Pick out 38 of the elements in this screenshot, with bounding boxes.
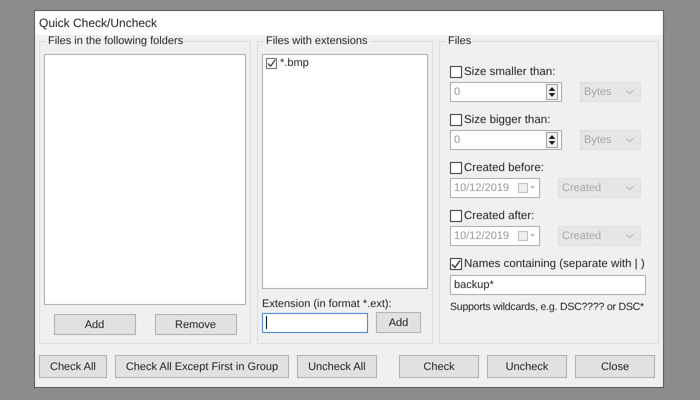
remove-button[interactable]: Remove	[154, 314, 236, 335]
checkbox-label: Size smaller than:	[464, 66, 556, 78]
footer-button[interactable]: Check	[399, 355, 479, 378]
footer-button[interactable]: Close	[575, 355, 655, 378]
hint-text: Supports wildcards, e.g. DSC???? or DSC*	[450, 301, 645, 313]
group-title: Files in the following folders	[46, 35, 186, 48]
extension-label: *.bmp	[280, 57, 309, 69]
spinner-icon[interactable]	[546, 132, 558, 148]
extension-list[interactable]: *.bmp	[262, 54, 428, 289]
field-value: 10/12/2019	[454, 230, 510, 242]
chevron-icon	[625, 89, 634, 95]
field-value: 0	[454, 134, 460, 146]
footer-button[interactable]: Check All Except First in Group	[114, 355, 290, 378]
checkbox-label: Size bigger than:	[464, 114, 550, 126]
footer-button[interactable]: Uncheck All	[297, 355, 377, 378]
window-title: Quick Check/Uncheck	[39, 16, 158, 30]
chevron-icon	[625, 137, 634, 143]
add-button[interactable]: Add	[376, 312, 421, 333]
names-field[interactable]: backup*	[450, 275, 646, 295]
checkbox[interactable]	[450, 114, 462, 126]
chevron-icon	[625, 185, 634, 191]
checkbox-label: Created before:	[464, 162, 544, 174]
checkbox[interactable]	[266, 58, 277, 68]
checkbox-label: Created after:	[464, 210, 534, 222]
extension-field[interactable]	[262, 312, 368, 332]
checkbox[interactable]	[450, 66, 462, 78]
spinner-icon[interactable]	[546, 84, 558, 100]
field-value: 0	[454, 86, 460, 98]
checkbox[interactable]	[450, 162, 462, 174]
field-value: 10/12/2019	[454, 182, 510, 194]
chevron-icon	[625, 233, 634, 239]
field-label: Extension (in format *.ext):	[262, 298, 393, 310]
footer-button[interactable]: Check All	[39, 355, 107, 378]
checkbox[interactable]	[450, 258, 462, 270]
checkbox-label: Names containing (separate with | )	[464, 258, 645, 270]
footer-button[interactable]: Uncheck	[487, 355, 567, 378]
add-button[interactable]: Add	[54, 314, 136, 335]
checkbox[interactable]	[450, 210, 462, 222]
